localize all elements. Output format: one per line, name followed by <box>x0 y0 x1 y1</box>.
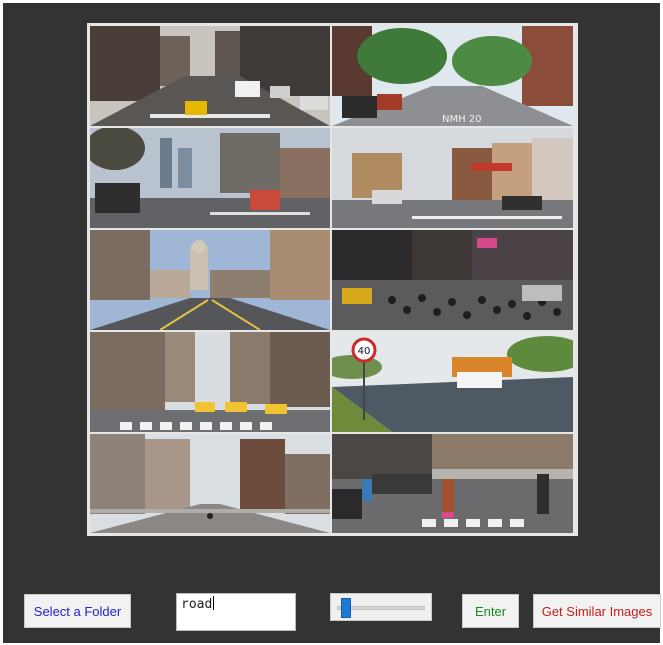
street-photo-6 <box>332 230 573 330</box>
grid-tile <box>90 230 330 330</box>
text-caret <box>213 596 215 610</box>
grid-tile <box>90 332 330 432</box>
street-photo-9 <box>90 434 330 533</box>
grid-tile <box>90 434 330 533</box>
enter-button[interactable]: Enter <box>462 594 519 628</box>
grid-tile <box>332 128 573 228</box>
street-photo-5 <box>90 230 330 330</box>
grid-tile: 40 <box>332 332 573 432</box>
street-photo-7 <box>90 332 330 432</box>
grid-tile <box>90 26 330 126</box>
grid-tile: NMH 20 <box>332 26 573 126</box>
svg-text:NMH 20: NMH 20 <box>442 114 482 125</box>
grid-tile <box>332 230 573 330</box>
get-similar-images-label: Get Similar Images <box>541 603 653 619</box>
image-grid: NMH 20 40 <box>87 23 578 536</box>
street-photo-8: 40 <box>332 332 573 432</box>
threshold-slider[interactable] <box>330 593 432 621</box>
grid-tile <box>90 128 330 228</box>
query-input[interactable]: road <box>176 593 296 631</box>
app-window: NMH 20 40 Select a Folder road Enter Get… <box>3 3 661 643</box>
grid-tile <box>332 434 573 533</box>
slider-thumb[interactable] <box>340 598 351 618</box>
enter-label: Enter <box>474 603 507 619</box>
street-photo-4 <box>332 128 573 228</box>
select-folder-label: Select a Folder <box>33 603 122 619</box>
street-photo-10 <box>332 434 573 533</box>
get-similar-images-button[interactable]: Get Similar Images <box>533 594 661 628</box>
street-photo-1 <box>90 26 330 126</box>
street-photo-2: NMH 20 <box>332 26 573 126</box>
speed-limit-sign: 40 <box>358 346 371 357</box>
street-photo-3 <box>90 128 330 228</box>
query-text: road <box>181 597 213 612</box>
select-folder-button[interactable]: Select a Folder <box>24 594 131 628</box>
